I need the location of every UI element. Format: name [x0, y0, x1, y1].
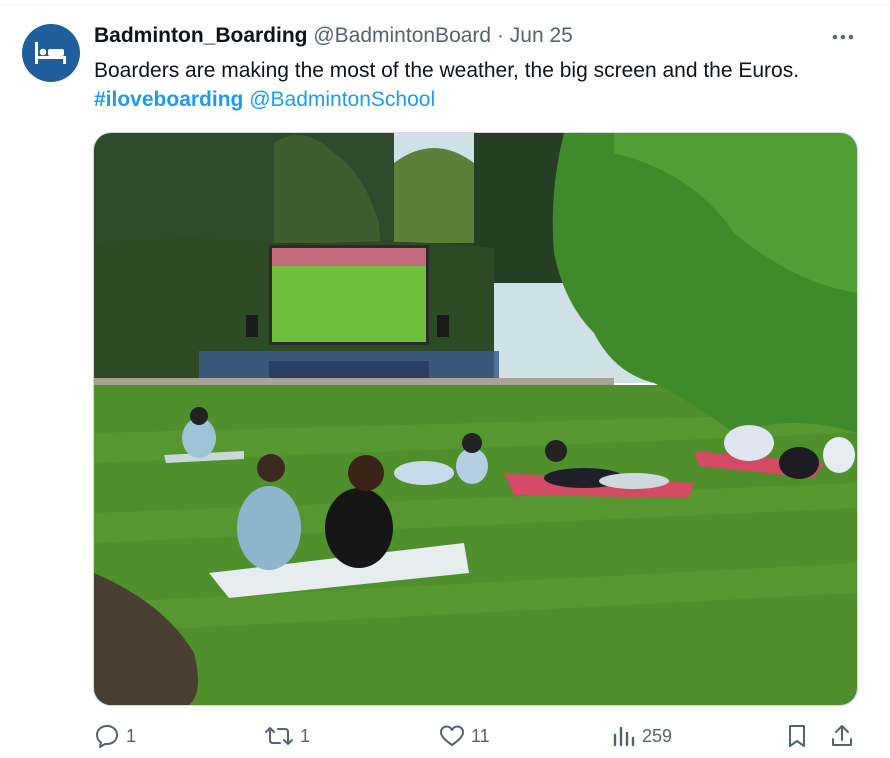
display-name[interactable]: Badminton_Boarding	[94, 24, 308, 47]
tweet-photo[interactable]	[93, 132, 858, 706]
share-button[interactable]	[830, 716, 854, 756]
analytics-icon	[613, 726, 635, 747]
bed-icon	[35, 42, 66, 64]
repost-count: 1	[300, 725, 311, 746]
reply-icon	[96, 725, 118, 748]
reply-button[interactable]: 1	[94, 716, 136, 756]
ellipsis-icon	[832, 34, 854, 40]
separator: ·	[496, 24, 504, 47]
view-count: 259	[642, 725, 673, 746]
views-button[interactable]: 259	[612, 716, 672, 756]
like-button[interactable]: 11	[439, 716, 490, 756]
like-count: 11	[471, 725, 490, 746]
repost-icon	[265, 727, 293, 745]
bookmark-icon	[789, 725, 805, 747]
tweet-actions: 1 1 11 259	[0, 716, 890, 756]
bookmark-button[interactable]	[786, 716, 808, 756]
tweet-text: Boarders are making the most of the weat…	[94, 56, 864, 114]
divider	[0, 4, 890, 5]
avatar[interactable]	[22, 24, 80, 82]
share-icon	[832, 725, 852, 746]
repost-button[interactable]: 1	[264, 716, 310, 756]
hashtag-link[interactable]: #iloveboarding	[94, 88, 243, 111]
outdoor-screening-image	[94, 133, 857, 705]
mention-link[interactable]: @BadmintonSchool	[249, 88, 435, 111]
more-options-button[interactable]	[826, 22, 860, 52]
tweet-header: Badminton_Boarding @BadmintonBoard · Jun…	[94, 22, 834, 50]
reply-count: 1	[126, 725, 137, 746]
handle[interactable]: @BadmintonBoard	[313, 24, 491, 47]
timestamp[interactable]: Jun 25	[510, 24, 573, 47]
heart-icon	[440, 725, 464, 746]
tweet-body: Boarders are making the most of the weat…	[94, 59, 800, 82]
